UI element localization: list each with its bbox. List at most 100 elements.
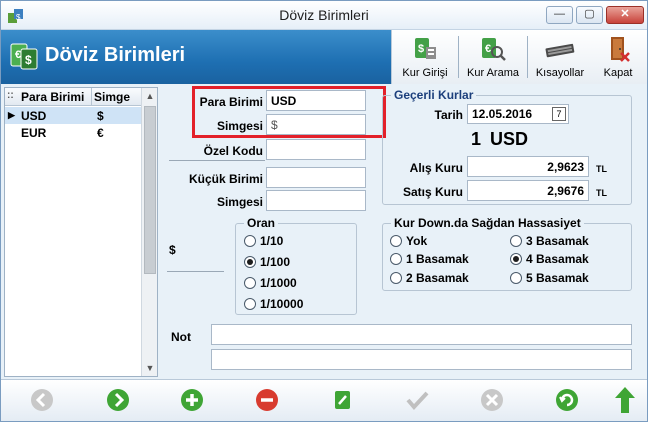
minimize-button[interactable]: — (546, 6, 573, 24)
currency-suffix-tl: TL (596, 164, 607, 174)
radio-icon (510, 272, 522, 284)
kur-girisi-label: Kur Girişi (402, 67, 448, 79)
scroll-down-icon[interactable]: ▼ (142, 360, 158, 376)
edit-button[interactable] (331, 388, 355, 412)
hassasiyet-5-basamak[interactable]: 5 Basamak (510, 271, 589, 285)
not-input-line-1[interactable] (211, 324, 632, 345)
header: € $ Döviz Birimleri $ Kur Girişi € Kur A… (1, 30, 647, 84)
oran-title: Oran (244, 216, 279, 230)
radio-icon (390, 235, 402, 247)
satis-kuru-value: 2,9676 (467, 180, 589, 201)
keyboard-icon (545, 43, 575, 58)
oran-option-1-100[interactable]: 1/100 (244, 255, 290, 269)
kur-arama-button[interactable]: € Kur Arama (464, 32, 522, 82)
radio-selected-icon (510, 253, 522, 265)
column-header-para-birimi[interactable]: Para Birimi (21, 90, 84, 104)
edit-icon (335, 391, 350, 409)
exit-button[interactable] (613, 385, 637, 413)
window: $ Döviz Birimleri — ▢ ✕ € $ Döviz Biriml… (0, 0, 648, 422)
ozel-kodu-label: Özel Kodu (203, 144, 263, 158)
kucuk-simgesi-input[interactable] (266, 190, 366, 211)
dollar-symbol-label: $ (169, 243, 176, 257)
bottom-toolbar (1, 379, 647, 421)
row-symbol: € (97, 126, 104, 140)
close-button[interactable]: ✕ (606, 6, 644, 24)
tarih-label: Tarih (434, 108, 463, 122)
header-title: Döviz Birimleri (45, 44, 186, 66)
grid-header: :: Para Birimi Simge (5, 88, 141, 106)
kur-arama-label: Kur Arama (467, 67, 519, 79)
row-symbol: $ (97, 109, 104, 123)
calendar-icon[interactable]: 7 (552, 107, 566, 121)
hassasiyet-1-basamak[interactable]: 1 Basamak (390, 252, 469, 266)
oran-option-1-10[interactable]: 1/10 (244, 234, 283, 248)
exit-door-icon (611, 37, 630, 62)
svg-text:$: $ (25, 53, 32, 67)
hassasiyet-4-basamak[interactable]: 4 Basamak (510, 252, 589, 266)
alis-kuru-label: Alış Kuru (409, 161, 463, 175)
radio-icon (510, 235, 522, 247)
add-button[interactable] (180, 388, 204, 412)
maximize-button[interactable]: ▢ (576, 6, 603, 24)
oran-option-1-1000[interactable]: 1/1000 (244, 276, 297, 290)
next-button[interactable] (106, 388, 130, 412)
minus-icon (256, 389, 278, 411)
gecerli-kurlar-title: Geçerli Kurlar (391, 88, 477, 102)
plus-icon (181, 389, 203, 411)
scroll-up-icon[interactable]: ▲ (142, 88, 158, 104)
ozel-kodu-input[interactable] (266, 139, 366, 160)
refresh-icon (556, 389, 578, 411)
checkmark-icon (406, 391, 429, 411)
row-indicator-header: :: (7, 90, 14, 101)
previous-button[interactable] (30, 388, 54, 412)
arrow-right-icon (107, 389, 129, 411)
alis-kuru-value: 2,9623 (467, 156, 589, 177)
cancel-icon (481, 389, 503, 411)
svg-text:€: € (15, 49, 21, 61)
save-button[interactable] (405, 388, 429, 412)
radio-icon (244, 277, 256, 289)
kucuk-simgesi-label: Simgesi (216, 195, 263, 209)
hassasiyet-3-basamak[interactable]: 3 Basamak (510, 234, 589, 248)
refresh-button[interactable] (555, 388, 579, 412)
toolbar: $ Kur Girişi € Kur Arama Kısayollar Kapa… (391, 30, 647, 84)
currency-grid[interactable]: :: Para Birimi Simge ▶ USD $ EUR € ▲ ▼ (4, 87, 158, 377)
arrow-left-icon (31, 389, 53, 411)
table-row[interactable]: ▶ USD $ (5, 107, 141, 124)
arrow-up-icon (615, 387, 635, 413)
row-code: USD (21, 109, 47, 123)
scroll-thumb[interactable] (144, 106, 156, 274)
kapat-label: Kapat (603, 67, 633, 79)
divider (169, 160, 265, 161)
radio-icon (244, 235, 256, 247)
radio-icon (390, 253, 402, 265)
kisayollar-label: Kısayollar (535, 67, 585, 79)
kapat-button[interactable]: Kapat (596, 32, 640, 82)
toolbar-separator (458, 36, 459, 78)
kisayollar-button[interactable]: Kısayollar (530, 32, 590, 82)
oran-option-1-10000[interactable]: 1/10000 (244, 297, 303, 311)
kur-girisi-button[interactable]: $ Kur Girişi (398, 32, 452, 82)
not-input-line-2[interactable] (211, 349, 632, 370)
kucuk-birimi-input[interactable] (266, 167, 366, 188)
hassasiyet-yok[interactable]: Yok (390, 234, 427, 248)
svg-text:$: $ (418, 43, 424, 55)
current-row-icon: ▶ (8, 110, 15, 120)
rate-entry-icon: $ (415, 38, 436, 59)
currency-suffix-tl: TL (596, 188, 607, 198)
column-separator (91, 88, 92, 106)
radio-icon (390, 272, 402, 284)
hassasiyet-2-basamak[interactable]: 2 Basamak (390, 271, 469, 285)
satis-kuru-label: Satış Kuru (402, 185, 463, 199)
vertical-scrollbar[interactable]: ▲ ▼ (141, 88, 157, 376)
unit-code: USD (490, 129, 529, 149)
divider (167, 271, 224, 272)
hassasiyet-title: Kur Down.da Sağdan Hassasiyet (391, 216, 584, 230)
table-row[interactable]: EUR € (5, 124, 141, 141)
cancel-button[interactable] (480, 388, 504, 412)
column-header-simge[interactable]: Simge (94, 90, 130, 104)
title-bar: $ Döviz Birimleri — ▢ ✕ (1, 1, 647, 30)
svg-text:€: € (485, 43, 491, 55)
delete-button[interactable] (255, 388, 279, 412)
toolbar-separator (527, 36, 528, 78)
